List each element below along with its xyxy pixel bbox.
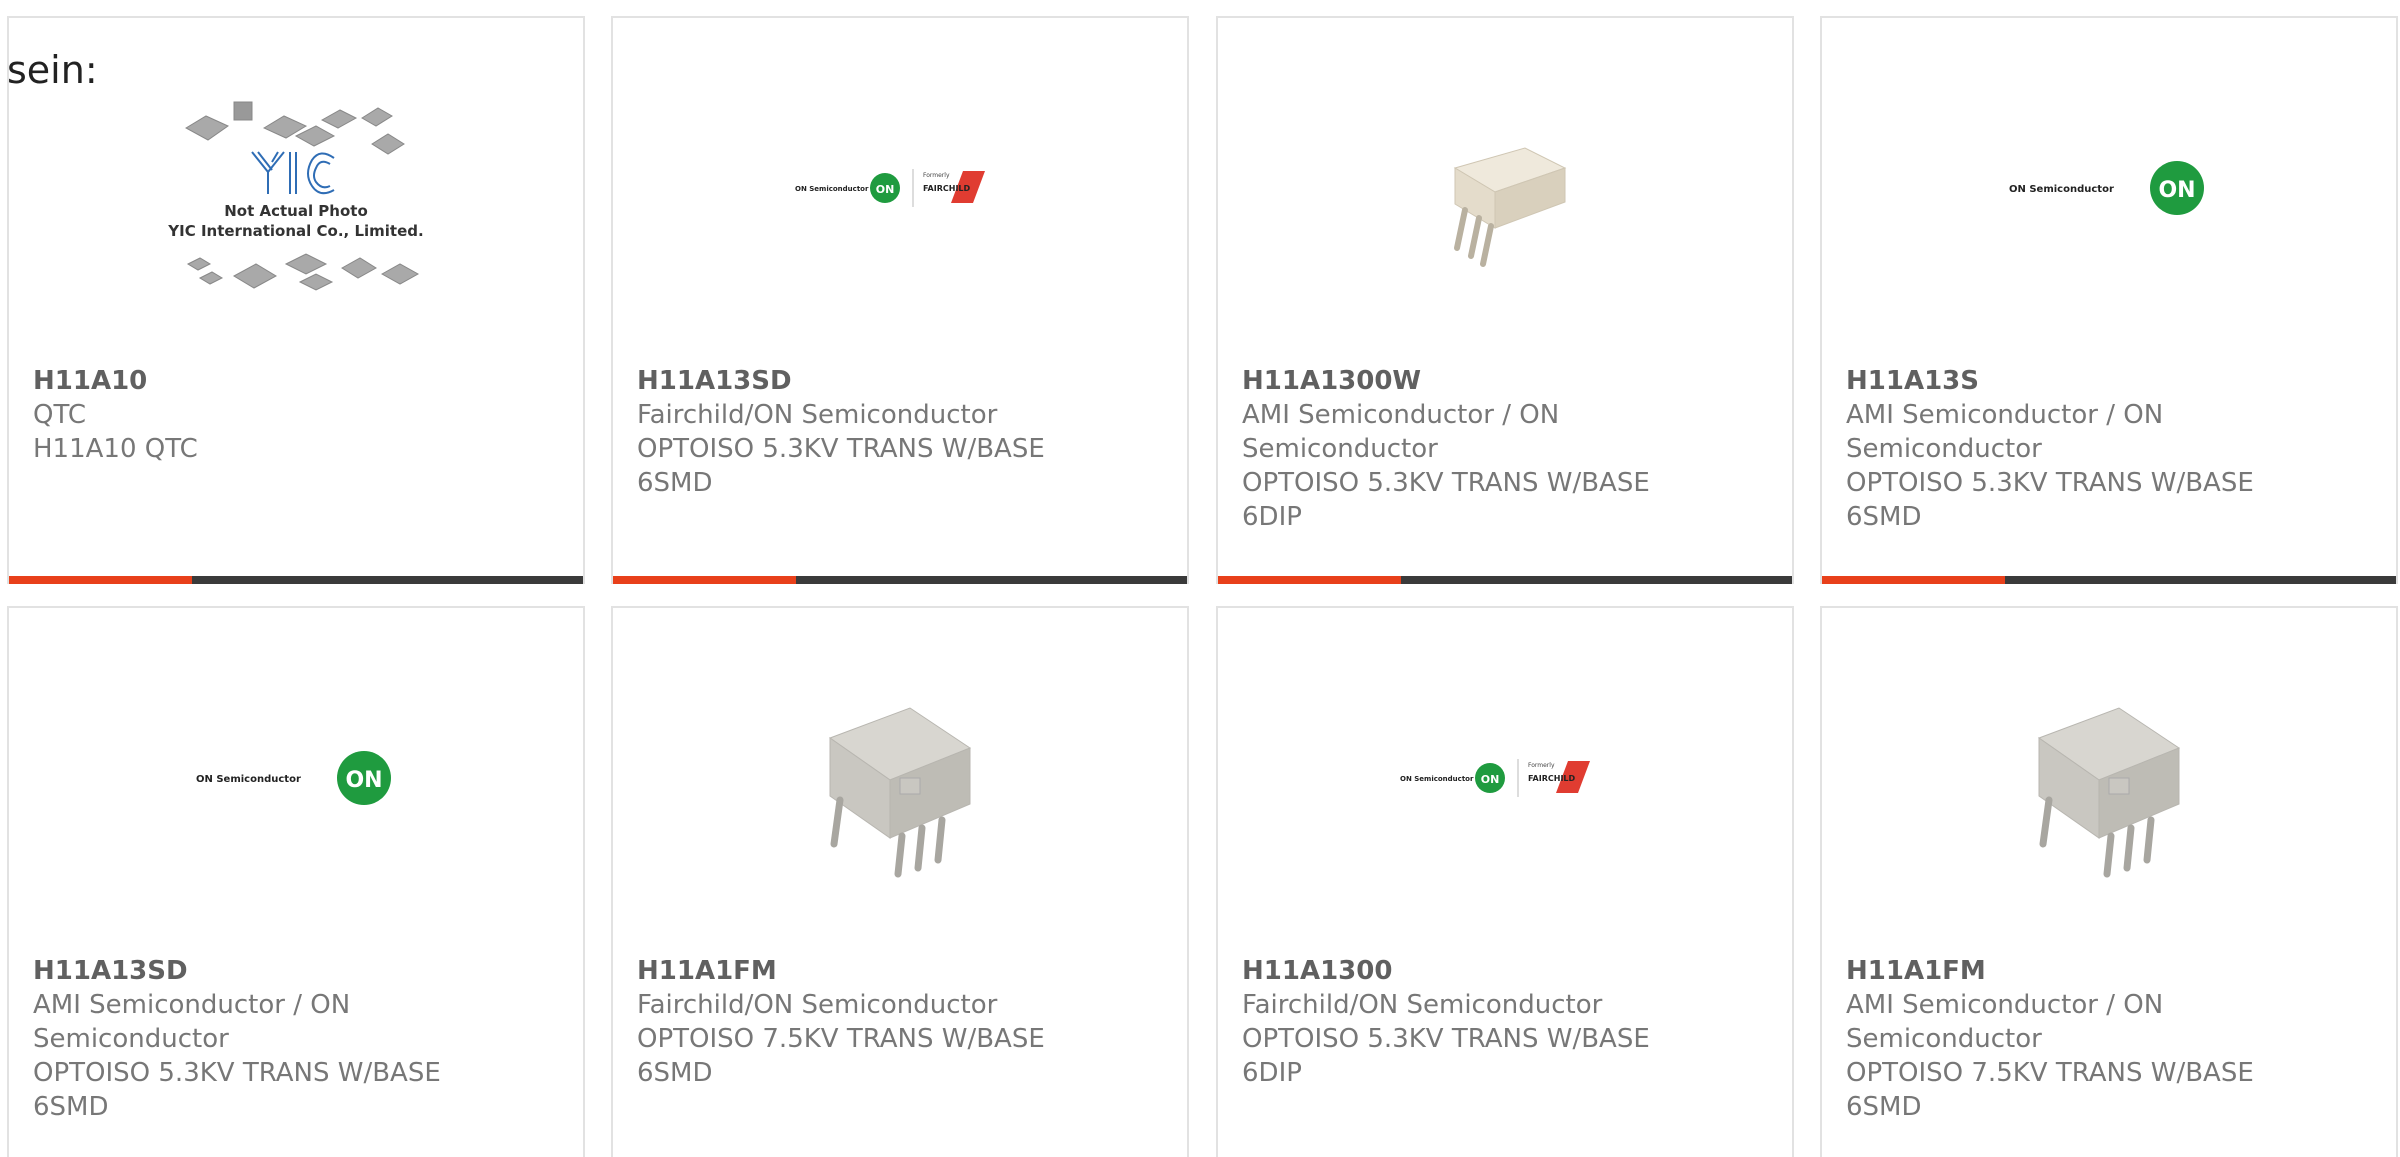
card-bottom-bar [1218, 576, 1792, 584]
product-line: 6SMD [33, 1092, 109, 1122]
svg-text:YIC International Co., Limited: YIC International Co., Limited. [167, 222, 423, 240]
product-line: Semiconductor [1846, 434, 2042, 464]
product-info: H11A13SD Fairchild/ON Semiconductor OPTO… [637, 364, 1163, 500]
product-line: OPTOISO 5.3KV TRANS W/BASE [1242, 468, 1650, 498]
product-card[interactable]: Not Actual Photo YIC International Co., … [7, 16, 585, 584]
on-semiconductor-logo-icon: ON Semiconductor ON [2009, 161, 2204, 215]
part-number[interactable]: H11A1300W [1242, 366, 1421, 396]
product-card[interactable]: ON Semiconductor ON H11A13SD AMI Semicon… [7, 606, 585, 1157]
part-number[interactable]: H11A1300 [1242, 956, 1392, 986]
card-accent-bar [613, 576, 796, 584]
product-line: Semiconductor [1846, 1024, 2042, 1054]
product-line: OPTOISO 5.3KV TRANS W/BASE [1242, 1024, 1650, 1054]
product-card[interactable]: ON Semiconductor ON Formerly FAIRCHILD H… [611, 16, 1189, 584]
header-fragment: sein: [7, 48, 98, 92]
svg-text:ON Semiconductor: ON Semiconductor [795, 185, 869, 193]
product-line: 6DIP [1242, 502, 1302, 532]
on-fairchild-logo-icon: ON Semiconductor ON Formerly FAIRCHILD [1400, 759, 1590, 797]
product-line: OPTOISO 7.5KV TRANS W/BASE [637, 1024, 1045, 1054]
product-image-dip-chip-large[interactable] [613, 608, 1187, 948]
svg-text:ON Semiconductor: ON Semiconductor [1400, 775, 1474, 783]
product-line: 6DIP [1242, 1058, 1302, 1088]
product-card[interactable]: H11A1FM AMI Semiconductor / ON Semicondu… [1820, 606, 2398, 1157]
part-number[interactable]: H11A1FM [637, 956, 777, 986]
product-image-on-logo[interactable]: ON Semiconductor ON [1822, 18, 2396, 358]
svg-text:FAIRCHILD: FAIRCHILD [923, 184, 971, 193]
part-number[interactable]: H11A1FM [1846, 956, 1986, 986]
card-bottom-bar [613, 576, 1187, 584]
card-bottom-bar [9, 576, 583, 584]
svg-text:ON: ON [876, 183, 895, 196]
product-line: OPTOISO 5.3KV TRANS W/BASE [33, 1058, 441, 1088]
product-line: AMI Semiconductor / ON [1846, 400, 2164, 430]
product-line: OPTOISO 7.5KV TRANS W/BASE [1846, 1058, 2254, 1088]
card-bottom-bar [1822, 576, 2396, 584]
on-semiconductor-logo-icon: ON Semiconductor ON [196, 751, 391, 805]
product-line: Fairchild/ON Semiconductor [637, 990, 998, 1020]
optocoupler-chip-icon [1453, 147, 1567, 267]
product-info: H11A1300 Fairchild/ON Semiconductor OPTO… [1242, 954, 1768, 1090]
svg-text:ON: ON [1481, 773, 1500, 786]
card-accent-bar [1822, 576, 2005, 584]
product-info: H11A1300W AMI Semiconductor / ON Semicon… [1242, 364, 1768, 534]
product-info: H11A13S AMI Semiconductor / ON Semicondu… [1846, 364, 2372, 534]
svg-text:ON Semiconductor: ON Semiconductor [2009, 184, 2114, 195]
svg-text:Not Actual Photo: Not Actual Photo [224, 202, 368, 220]
product-line: 6SMD [637, 468, 713, 498]
svg-text:ON Semiconductor: ON Semiconductor [196, 774, 301, 785]
product-line: H11A10 QTC [33, 434, 198, 464]
product-image-on-fairchild-logo[interactable]: ON Semiconductor ON Formerly FAIRCHILD [613, 18, 1187, 358]
product-card[interactable]: ON Semiconductor ON H11A13S AMI Semicond… [1820, 16, 2398, 584]
on-fairchild-logo-icon: ON Semiconductor ON Formerly FAIRCHILD [795, 169, 985, 207]
svg-text:Formerly: Formerly [923, 172, 950, 179]
product-card[interactable]: H11A1FM Fairchild/ON Semiconductor OPTOI… [611, 606, 1189, 1157]
product-line: AMI Semiconductor / ON [33, 990, 351, 1020]
product-line: Fairchild/ON Semiconductor [637, 400, 998, 430]
product-image-dip-chip-large[interactable] [1822, 608, 2396, 948]
product-line: Semiconductor [33, 1024, 229, 1054]
part-number[interactable]: H11A10 [33, 366, 147, 396]
product-image-on-logo[interactable]: ON Semiconductor ON [9, 608, 583, 948]
product-line: OPTOISO 5.3KV TRANS W/BASE [1846, 468, 2254, 498]
product-info: H11A13SD AMI Semiconductor / ON Semicond… [33, 954, 559, 1124]
product-line: OPTOISO 5.3KV TRANS W/BASE [637, 434, 1045, 464]
product-line: AMI Semiconductor / ON [1846, 990, 2164, 1020]
product-image-dip-chip-small[interactable] [1218, 18, 1792, 358]
product-info: H11A1FM Fairchild/ON Semiconductor OPTOI… [637, 954, 1163, 1090]
product-line: Semiconductor [1242, 434, 1438, 464]
product-line: 6SMD [1846, 502, 1922, 532]
svg-text:FAIRCHILD: FAIRCHILD [1528, 774, 1576, 783]
optocoupler-chip-icon [2037, 707, 2181, 878]
card-accent-bar [9, 576, 192, 584]
product-image-on-fairchild-logo[interactable]: ON Semiconductor ON Formerly FAIRCHILD [1218, 608, 1792, 948]
chip-collage-icon: Not Actual Photo YIC International Co., … [167, 101, 424, 291]
product-line: 6SMD [637, 1058, 713, 1088]
product-grid: Not Actual Photo YIC International Co., … [0, 0, 2400, 1157]
card-accent-bar [1218, 576, 1401, 584]
product-line: 6SMD [1846, 1092, 1922, 1122]
product-line: AMI Semiconductor / ON [1242, 400, 1560, 430]
product-info: H11A10 QTC H11A10 QTC [33, 364, 559, 466]
svg-text:ON: ON [2158, 178, 2195, 203]
svg-text:ON: ON [345, 768, 382, 793]
optocoupler-chip-icon [828, 707, 972, 878]
product-line: QTC [33, 400, 86, 430]
part-number[interactable]: H11A13SD [637, 366, 792, 396]
product-card[interactable]: ON Semiconductor ON Formerly FAIRCHILD H… [1216, 606, 1794, 1157]
product-line: Fairchild/ON Semiconductor [1242, 990, 1603, 1020]
product-info: H11A1FM AMI Semiconductor / ON Semicondu… [1846, 954, 2372, 1124]
product-card[interactable]: H11A1300W AMI Semiconductor / ON Semicon… [1216, 16, 1794, 584]
svg-text:Formerly: Formerly [1528, 762, 1555, 769]
part-number[interactable]: H11A13S [1846, 366, 1979, 396]
part-number[interactable]: H11A13SD [33, 956, 188, 986]
